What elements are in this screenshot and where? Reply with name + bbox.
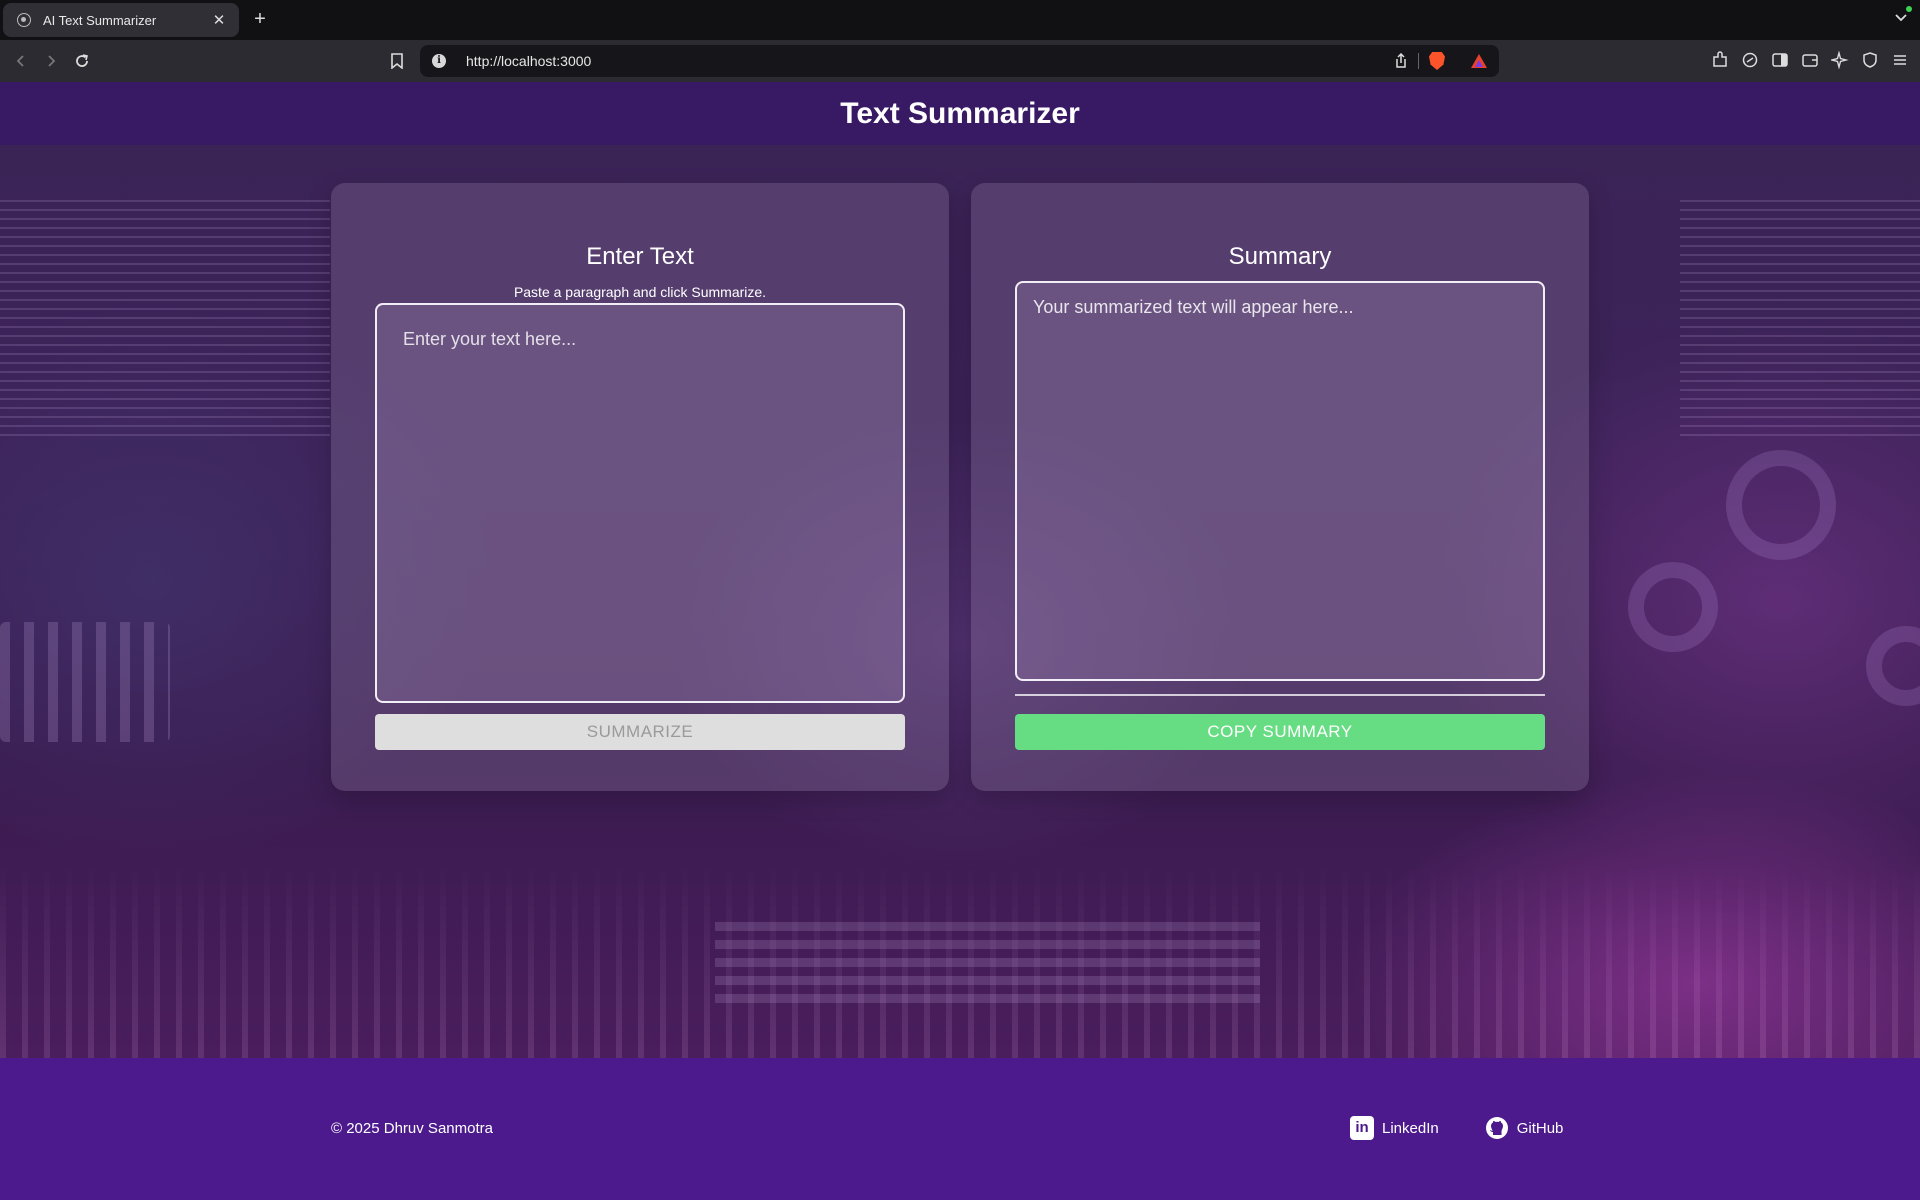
menu-icon[interactable]: [1890, 50, 1910, 70]
copy-summary-button[interactable]: COPY SUMMARY: [1015, 714, 1545, 750]
globe-icon: [17, 13, 31, 27]
chevron-down-icon[interactable]: [1894, 10, 1908, 24]
extensions-icon[interactable]: [1710, 50, 1730, 70]
summary-panel: Summary Your summarized text will appear…: [971, 183, 1589, 791]
tab-title: AI Text Summarizer: [43, 12, 157, 28]
browser-tab[interactable]: AI Text Summarizer ✕: [3, 3, 239, 37]
ai-sparkle-icon[interactable]: [1830, 50, 1850, 70]
linkedin-icon: in: [1350, 1116, 1374, 1140]
github-label: GitHub: [1516, 1119, 1564, 1137]
linkedin-label: LinkedIn: [1382, 1119, 1439, 1137]
address-bar[interactable]: i http://localhost:3000: [420, 45, 1499, 77]
new-tab-icon[interactable]: +: [250, 8, 270, 30]
reload-icon[interactable]: [71, 50, 93, 72]
input-heading: Enter Text: [586, 243, 694, 270]
browser-toolbar: i http://localhost:3000: [0, 40, 1920, 82]
app-header: Text Summarizer: [0, 82, 1920, 145]
forward-arrow-icon[interactable]: [40, 50, 62, 72]
input-subtitle: Paste a paragraph and click Summarize.: [513, 284, 767, 300]
sidebar-icon[interactable]: [1770, 50, 1790, 70]
brave-rewards-icon[interactable]: [1471, 54, 1487, 68]
wallet-icon[interactable]: [1800, 50, 1820, 70]
linkedin-link[interactable]: in LinkedIn: [1350, 1116, 1439, 1140]
leo-icon[interactable]: [1740, 50, 1760, 70]
summarize-button[interactable]: SUMMARIZE: [375, 714, 905, 750]
footer: © 2025 Dhruv Sanmotra in LinkedIn GitHub: [0, 1058, 1920, 1200]
text-input-box: [375, 303, 905, 703]
bookmark-icon[interactable]: [386, 50, 408, 72]
vpn-shield-icon[interactable]: [1860, 50, 1880, 70]
summary-heading: Summary: [1228, 243, 1332, 270]
close-tab-icon[interactable]: ✕: [211, 11, 227, 29]
footer-links: in LinkedIn GitHub: [1350, 1116, 1563, 1140]
page-title: Text Summarizer: [840, 96, 1080, 130]
summary-divider: [1015, 694, 1545, 696]
info-icon[interactable]: i: [432, 54, 446, 68]
text-input[interactable]: [403, 329, 877, 677]
copyright-text: © 2025 Dhruv Sanmotra: [331, 1120, 493, 1137]
background-artwork: [0, 82, 1920, 1058]
input-panel: Enter Text Paste a paragraph and click S…: [331, 183, 949, 791]
share-icon[interactable]: [1394, 53, 1408, 69]
summary-output[interactable]: Your summarized text will appear here...: [1015, 281, 1545, 681]
browser-tab-bar: AI Text Summarizer ✕ +: [0, 0, 1920, 40]
summary-placeholder: Your summarized text will appear here...: [1033, 297, 1354, 317]
url-text[interactable]: http://localhost:3000: [466, 53, 1394, 69]
github-link[interactable]: GitHub: [1485, 1116, 1564, 1140]
brave-shields-icon[interactable]: [1429, 52, 1445, 70]
url-separator: [1418, 53, 1419, 69]
page: Text Summarizer Enter Text Paste a parag…: [0, 82, 1920, 1200]
github-icon: [1485, 1116, 1509, 1140]
back-arrow-icon[interactable]: [10, 50, 32, 72]
